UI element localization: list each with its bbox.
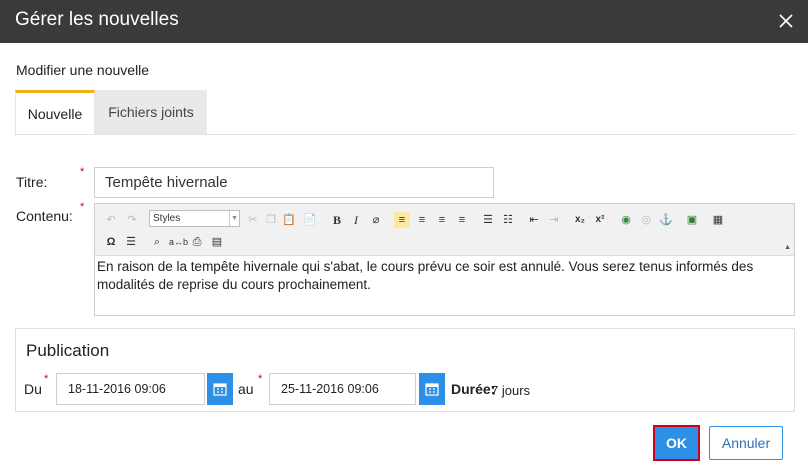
subscript-icon[interactable]: x₂ [572,212,588,228]
remove-format-icon[interactable]: ⌀ [368,212,384,228]
numbered-list-icon[interactable]: ☷ [500,212,516,228]
paste-icon[interactable]: 📋 [281,212,297,228]
calendar-icon[interactable] [207,373,233,405]
tab-nouvelle[interactable]: Nouvelle [15,90,95,134]
cut-icon[interactable]: ✂ [245,212,261,228]
find-icon[interactable]: ⌕ [149,234,165,250]
duration-label: Durée: [451,381,496,397]
paste-word-icon[interactable]: 📄 [302,212,318,228]
align-right-icon[interactable]: ≡ [434,212,450,228]
calendar-icon[interactable] [419,373,445,405]
styles-select-label: Styles [153,213,181,224]
align-center-icon[interactable]: ≡ [414,212,430,228]
duration-value: 7 jours [491,383,531,398]
required-mark: * [80,166,85,178]
title-label: Titre: [16,174,48,190]
styles-select[interactable]: Styles ▼ [149,210,240,227]
bullet-list-icon[interactable]: ☰ [480,212,496,228]
indent-icon[interactable]: ⇥ [546,212,562,228]
replace-icon[interactable]: a↔b [169,234,188,250]
required-mark: * [44,373,49,385]
rich-text-editor[interactable]: ↶ ↷ Styles ▼ ✂ ❐ 📋 📄 B I ⌀ ≡ ≡ ≡ ≡ ☰ ☷ ⇤… [94,203,795,316]
cancel-button[interactable]: Annuler [709,426,783,460]
publication-heading: Publication [26,341,110,360]
title-input[interactable]: Tempête hivernale [94,167,494,198]
tab-bar: Nouvelle Fichiers joints [15,90,795,135]
superscript-icon[interactable]: x² [592,212,608,228]
ok-button[interactable]: OK [653,425,700,461]
scroll-up-icon[interactable]: ▲ [784,244,791,251]
special-char-icon[interactable]: Ω [103,234,119,250]
end-date-input[interactable]: 25-11-2016 09:06 [269,373,416,405]
required-mark: * [258,373,263,385]
link-icon[interactable]: ◉ [618,212,634,228]
print-icon[interactable]: ⎙ [189,234,205,250]
table-icon[interactable]: ▦ [710,212,726,228]
align-justify-icon[interactable]: ≡ [454,212,470,228]
from-label: Du [24,381,42,397]
preview-icon[interactable]: ▤ [209,234,225,250]
start-date-input[interactable]: 18-11-2016 09:06 [56,373,205,405]
dialog-titlebar: Gérer les nouvelles [0,0,808,43]
to-label: au [238,381,254,397]
required-mark: * [80,201,85,213]
anchor-icon[interactable]: ⚓ [658,212,674,228]
align-left-icon[interactable]: ≡ [394,212,410,228]
tab-fichiers-joints[interactable]: Fichiers joints [95,90,207,134]
horizontal-rule-icon[interactable]: ☰ [123,234,139,250]
dialog-subtitle: Modifier une nouvelle [16,62,150,78]
bold-icon[interactable]: B [329,212,345,228]
unlink-icon[interactable]: ◎ [638,212,654,228]
content-label: Contenu: [16,208,73,224]
undo-icon[interactable]: ↶ [103,212,119,228]
editor-content[interactable]: En raison de la tempête hivernale qui s'… [97,258,787,294]
redo-icon[interactable]: ↷ [124,212,140,228]
editor-toolbar: ↶ ↷ Styles ▼ ✂ ❐ 📋 📄 B I ⌀ ≡ ≡ ≡ ≡ ☰ ☷ ⇤… [95,204,794,256]
image-icon[interactable]: ▣ [684,212,700,228]
copy-icon[interactable]: ❐ [263,212,279,228]
chevron-down-icon: ▼ [229,211,239,226]
publication-section: Publication Du * 18-11-2016 09:06 au * 2… [15,328,795,412]
outdent-icon[interactable]: ⇤ [526,212,542,228]
dialog-title: Gérer les nouvelles [15,9,179,30]
italic-icon[interactable]: I [348,212,364,228]
close-icon[interactable] [774,9,798,33]
